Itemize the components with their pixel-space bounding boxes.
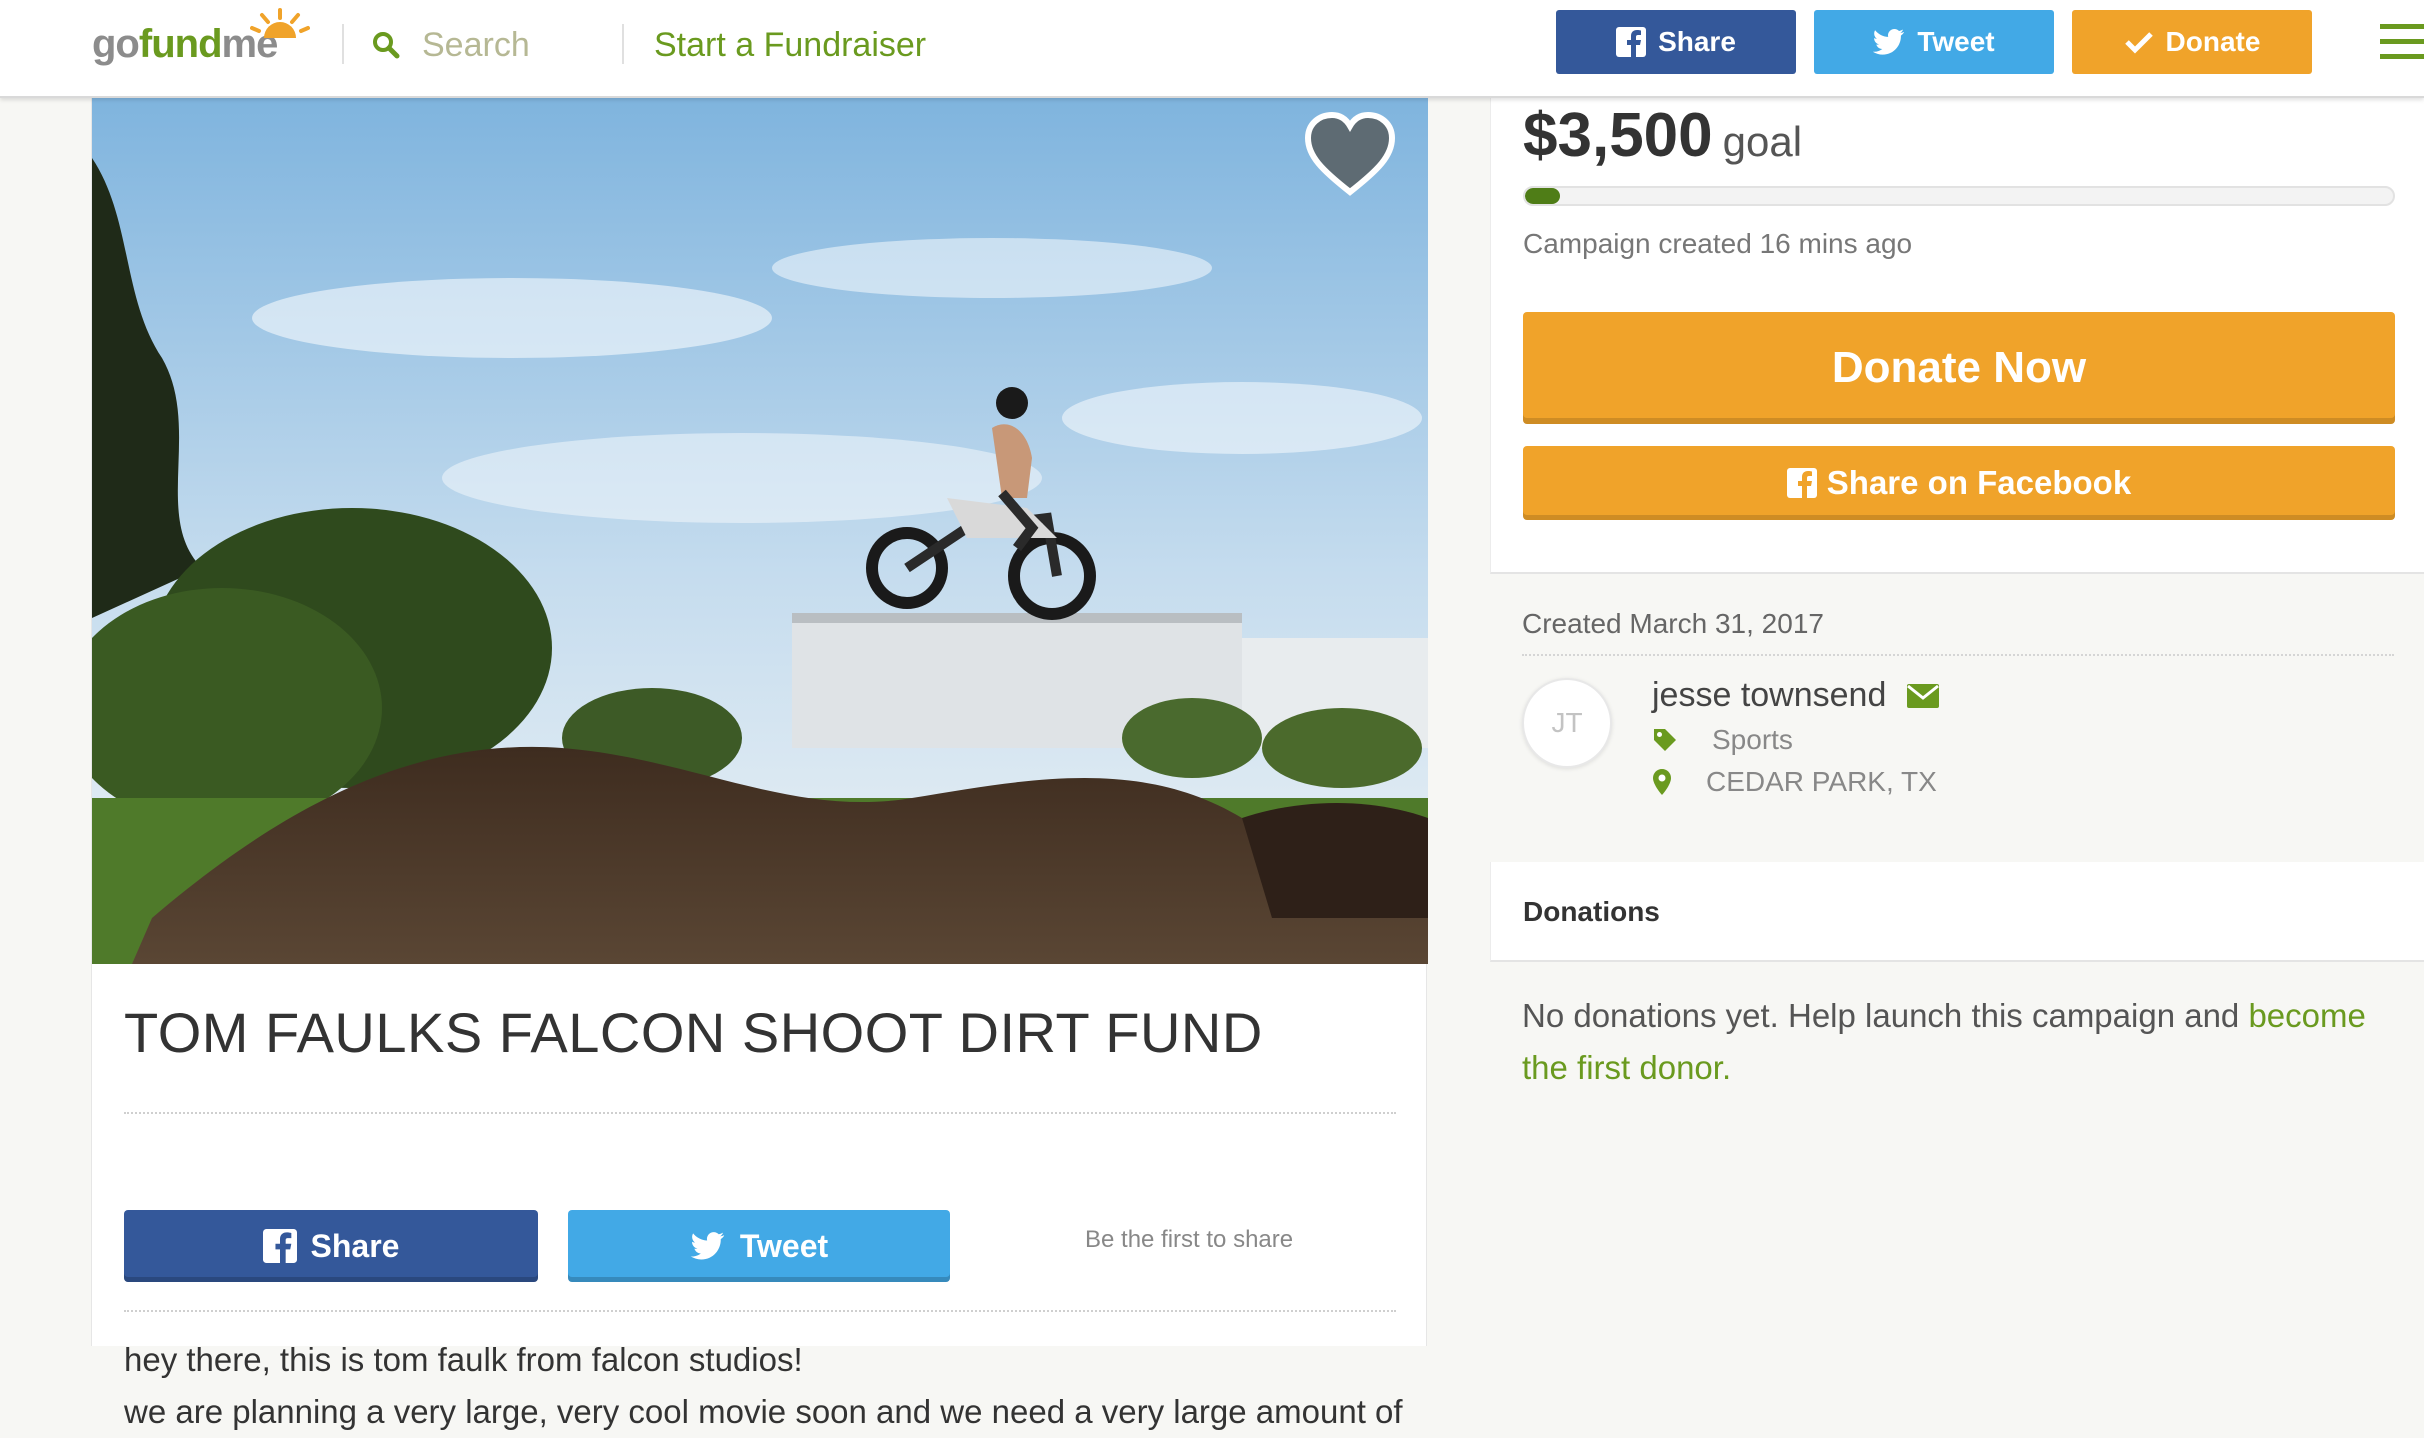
header-donate-button[interactable]: Donate [2072, 10, 2312, 74]
goal-word: goal [1722, 118, 1803, 165]
logo-go: go [92, 22, 140, 66]
header-share-button[interactable]: Share [1556, 10, 1796, 74]
header-share-label: Share [1658, 26, 1736, 57]
facebook-icon [262, 1229, 297, 1263]
logo-sun-icon [250, 8, 310, 38]
header-donate-label: Donate [2165, 26, 2261, 57]
campaign-title: TOM FAULKS FALCON SHOOT DIRT FUND [124, 1001, 1263, 1064]
twitter-icon [690, 1232, 724, 1260]
donations-heading: Donations [1523, 896, 1660, 927]
organizer-name[interactable]: jesse townsend [1652, 676, 1886, 715]
goal-progress-bar [1523, 186, 2395, 206]
location-row: CEDAR PARK, TX [1652, 766, 1937, 798]
heart-icon[interactable] [1302, 110, 1398, 200]
gofundme-logo[interactable]: gofundme [92, 8, 312, 88]
goal-amount: $3,500 [1523, 101, 1713, 170]
title-divider [124, 1112, 1396, 1114]
campaign-created-ago: Campaign created 16 mins ago [1523, 228, 1913, 259]
category-label[interactable]: Sports [1712, 724, 1793, 756]
search-placeholder[interactable]: Search [422, 26, 530, 65]
map-pin-icon [1653, 769, 1671, 795]
story-line: we are planning a very large, very cool … [124, 1393, 1403, 1430]
facebook-icon [1786, 468, 1817, 498]
first-share-text: Be the first to share [1085, 1226, 1294, 1253]
no-donations-message: No donations yet. Help launch this campa… [1522, 990, 2402, 1094]
donation-summary-card: $3,500 goal Campaign created 16 mins ago… [1490, 98, 2424, 574]
top-navigation-bar: gofundme Search Start a Fundraiser Share [0, 0, 2424, 98]
share-on-facebook-button[interactable]: Share on Facebook [1523, 446, 2395, 520]
share-divider [124, 1310, 1396, 1312]
goal-progress-fill [1525, 188, 1560, 204]
organizer-divider [1522, 654, 2394, 656]
story-line: hey there, this is tom faulk from falcon… [124, 1341, 803, 1378]
share-on-facebook-label: Share on Facebook [1826, 464, 2132, 501]
donate-now-button[interactable]: Donate Now [1523, 312, 2395, 424]
tag-icon [1654, 729, 1676, 751]
donations-card: Donations [1490, 862, 2424, 962]
header-tweet-button[interactable]: Tweet [1814, 10, 2054, 74]
campaign-tweet-button[interactable]: Tweet [568, 1210, 950, 1282]
created-date: Created March 31, 2017 [1522, 608, 1824, 639]
search-box[interactable]: Search [372, 20, 530, 70]
search-icon [373, 32, 400, 59]
start-fundraiser-link[interactable]: Start a Fundraiser [654, 20, 926, 70]
check-icon [2124, 32, 2153, 54]
organizer-avatar[interactable]: JT [1522, 678, 1612, 768]
campaign-story: hey there, this is tom faulk from falcon… [124, 1334, 1404, 1438]
location-label: CEDAR PARK, TX [1706, 766, 1937, 797]
goal-block: $3,500 goal [1523, 100, 1802, 171]
logo-fund: fund [138, 22, 223, 66]
campaign-share-label: Share [310, 1227, 400, 1264]
campaign-tweet-label: Tweet [739, 1227, 829, 1264]
campaign-share-button[interactable]: Share [124, 1210, 538, 1282]
header-tweet-label: Tweet [1917, 26, 1995, 57]
twitter-icon [1873, 29, 1905, 55]
campaign-photo [92, 98, 1428, 964]
facebook-icon [1616, 27, 1647, 57]
envelope-icon[interactable] [1906, 683, 1940, 709]
header-divider [622, 24, 624, 64]
dirt-bike-jump-image [92, 98, 1428, 964]
menu-icon[interactable] [2380, 22, 2424, 62]
header-divider [342, 24, 344, 64]
organizer-row: jesse townsend [1652, 676, 1940, 715]
campaign-main-column: TOM FAULKS FALCON SHOOT DIRT FUND Share … [91, 98, 1428, 1430]
no-donations-text: No donations yet. Help launch this campa… [1522, 997, 2249, 1034]
category-row: Sports [1652, 724, 1793, 756]
